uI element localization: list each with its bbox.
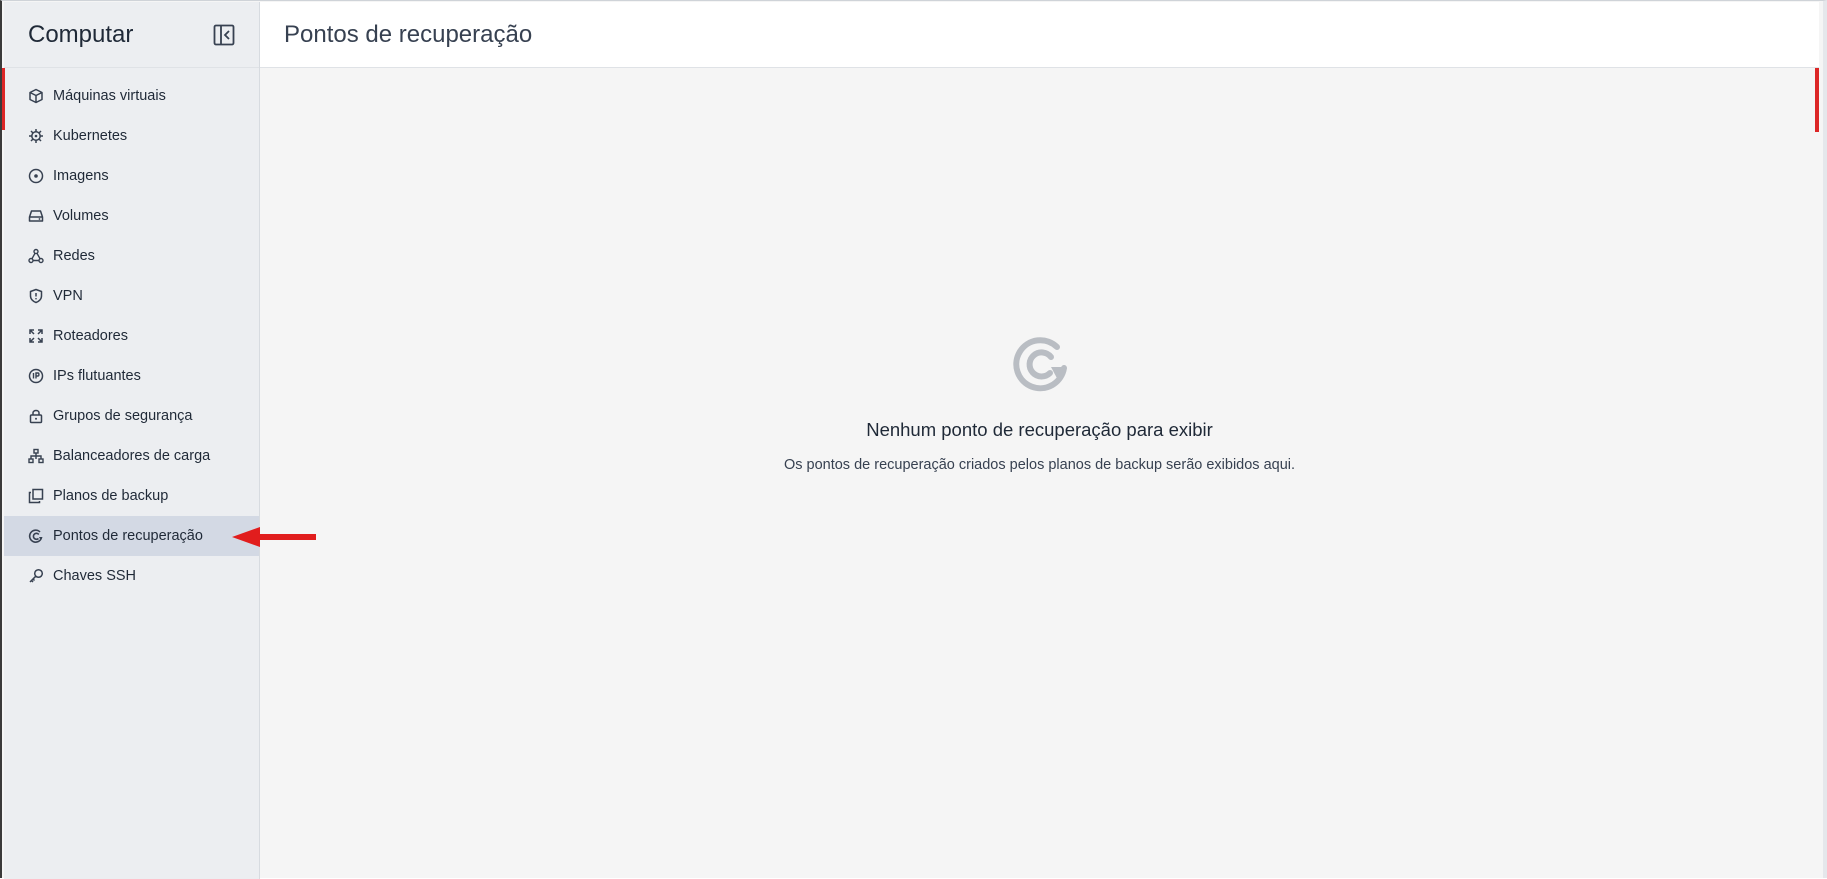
sidebar-item-label: Roteadores: [53, 328, 128, 344]
app-window: Computar Máquinas virtuais Kubernetes Im…: [0, 0, 1827, 879]
hard-drive-icon: [28, 210, 44, 222]
helm-icon: [29, 129, 43, 143]
main-content: Pontos de recuperação Nenhum ponto de re…: [260, 2, 1819, 878]
sidebar-item-label: VPN: [53, 288, 83, 304]
sidebar-item-roteadores[interactable]: Roteadores: [4, 316, 259, 356]
ip-badge-icon: [28, 368, 44, 384]
left-accent-strip: [2, 68, 5, 130]
sidebar-item-imagens[interactable]: Imagens: [4, 156, 259, 196]
sidebar-collapse-icon: [213, 24, 235, 45]
sidebar-nav: Máquinas virtuais Kubernetes Imagens Vol…: [4, 68, 259, 596]
network-icon: [28, 248, 44, 264]
sidebar-item-label: Grupos de segurança: [53, 408, 193, 424]
restore-icon: [28, 529, 43, 543]
sidebar-item-label: Planos de backup: [53, 488, 169, 504]
empty-state-title: Nenhum ponto de recuperação para exibir: [866, 419, 1213, 440]
sidebar-item-label: Redes: [53, 248, 95, 264]
sidebar-item-volumes[interactable]: Volumes: [4, 196, 259, 236]
sidebar-item-label: Pontos de recuperação: [53, 528, 203, 544]
copy-icon: [28, 488, 44, 504]
empty-state: Nenhum ponto de recuperação para exibir …: [260, 332, 1819, 473]
sidebar: Computar Máquinas virtuais Kubernetes Im…: [4, 2, 260, 879]
sidebar-item-maquinas-virtuais[interactable]: Máquinas virtuais: [4, 76, 259, 116]
sidebar-item-planos-de-backup[interactable]: Planos de backup: [4, 476, 259, 516]
sidebar-item-vpn[interactable]: VPN: [4, 276, 259, 316]
sidebar-item-kubernetes[interactable]: Kubernetes: [4, 116, 259, 156]
sitemap-icon: [28, 448, 44, 464]
shield-icon: [29, 288, 43, 304]
annotation-arrow-icon: [232, 527, 316, 547]
collapse-sidebar-button[interactable]: [213, 24, 235, 46]
empty-state-description: Os pontos de recuperação criados pelos p…: [783, 457, 1296, 473]
sidebar-item-label: Volumes: [53, 208, 109, 224]
sidebar-item-ips-flutuantes[interactable]: IPs flutuantes: [4, 356, 259, 396]
right-accent-strip: [1815, 68, 1819, 132]
sidebar-item-label: Imagens: [53, 168, 109, 184]
key-icon: [29, 568, 44, 583]
disc-icon: [28, 168, 44, 184]
cube-icon: [29, 88, 43, 104]
sidebar-item-balanceadores-de-carga[interactable]: Balanceadores de carga: [4, 436, 259, 476]
main-header: Pontos de recuperação: [260, 2, 1819, 68]
sidebar-item-label: Kubernetes: [53, 128, 128, 144]
sidebar-item-label: Chaves SSH: [53, 568, 137, 584]
sidebar-item-grupos-de-seguranca[interactable]: Grupos de segurança: [4, 396, 259, 436]
sidebar-header: Computar: [4, 2, 259, 68]
sidebar-item-label: Balanceadores de carga: [53, 448, 211, 464]
sidebar-item-redes[interactable]: Redes: [4, 236, 259, 276]
restore-icon: [1012, 337, 1067, 392]
page-title: Pontos de recuperação: [284, 20, 533, 48]
router-arrows-icon: [29, 329, 43, 343]
sidebar-item-pontos-de-recuperacao[interactable]: Pontos de recuperação: [4, 516, 259, 556]
sidebar-item-label: IPs flutuantes: [53, 368, 141, 384]
lock-icon: [29, 409, 43, 424]
sidebar-title: Computar: [28, 20, 134, 48]
sidebar-item-chaves-ssh[interactable]: Chaves SSH: [4, 556, 259, 596]
sidebar-item-label: Máquinas virtuais: [53, 88, 166, 104]
